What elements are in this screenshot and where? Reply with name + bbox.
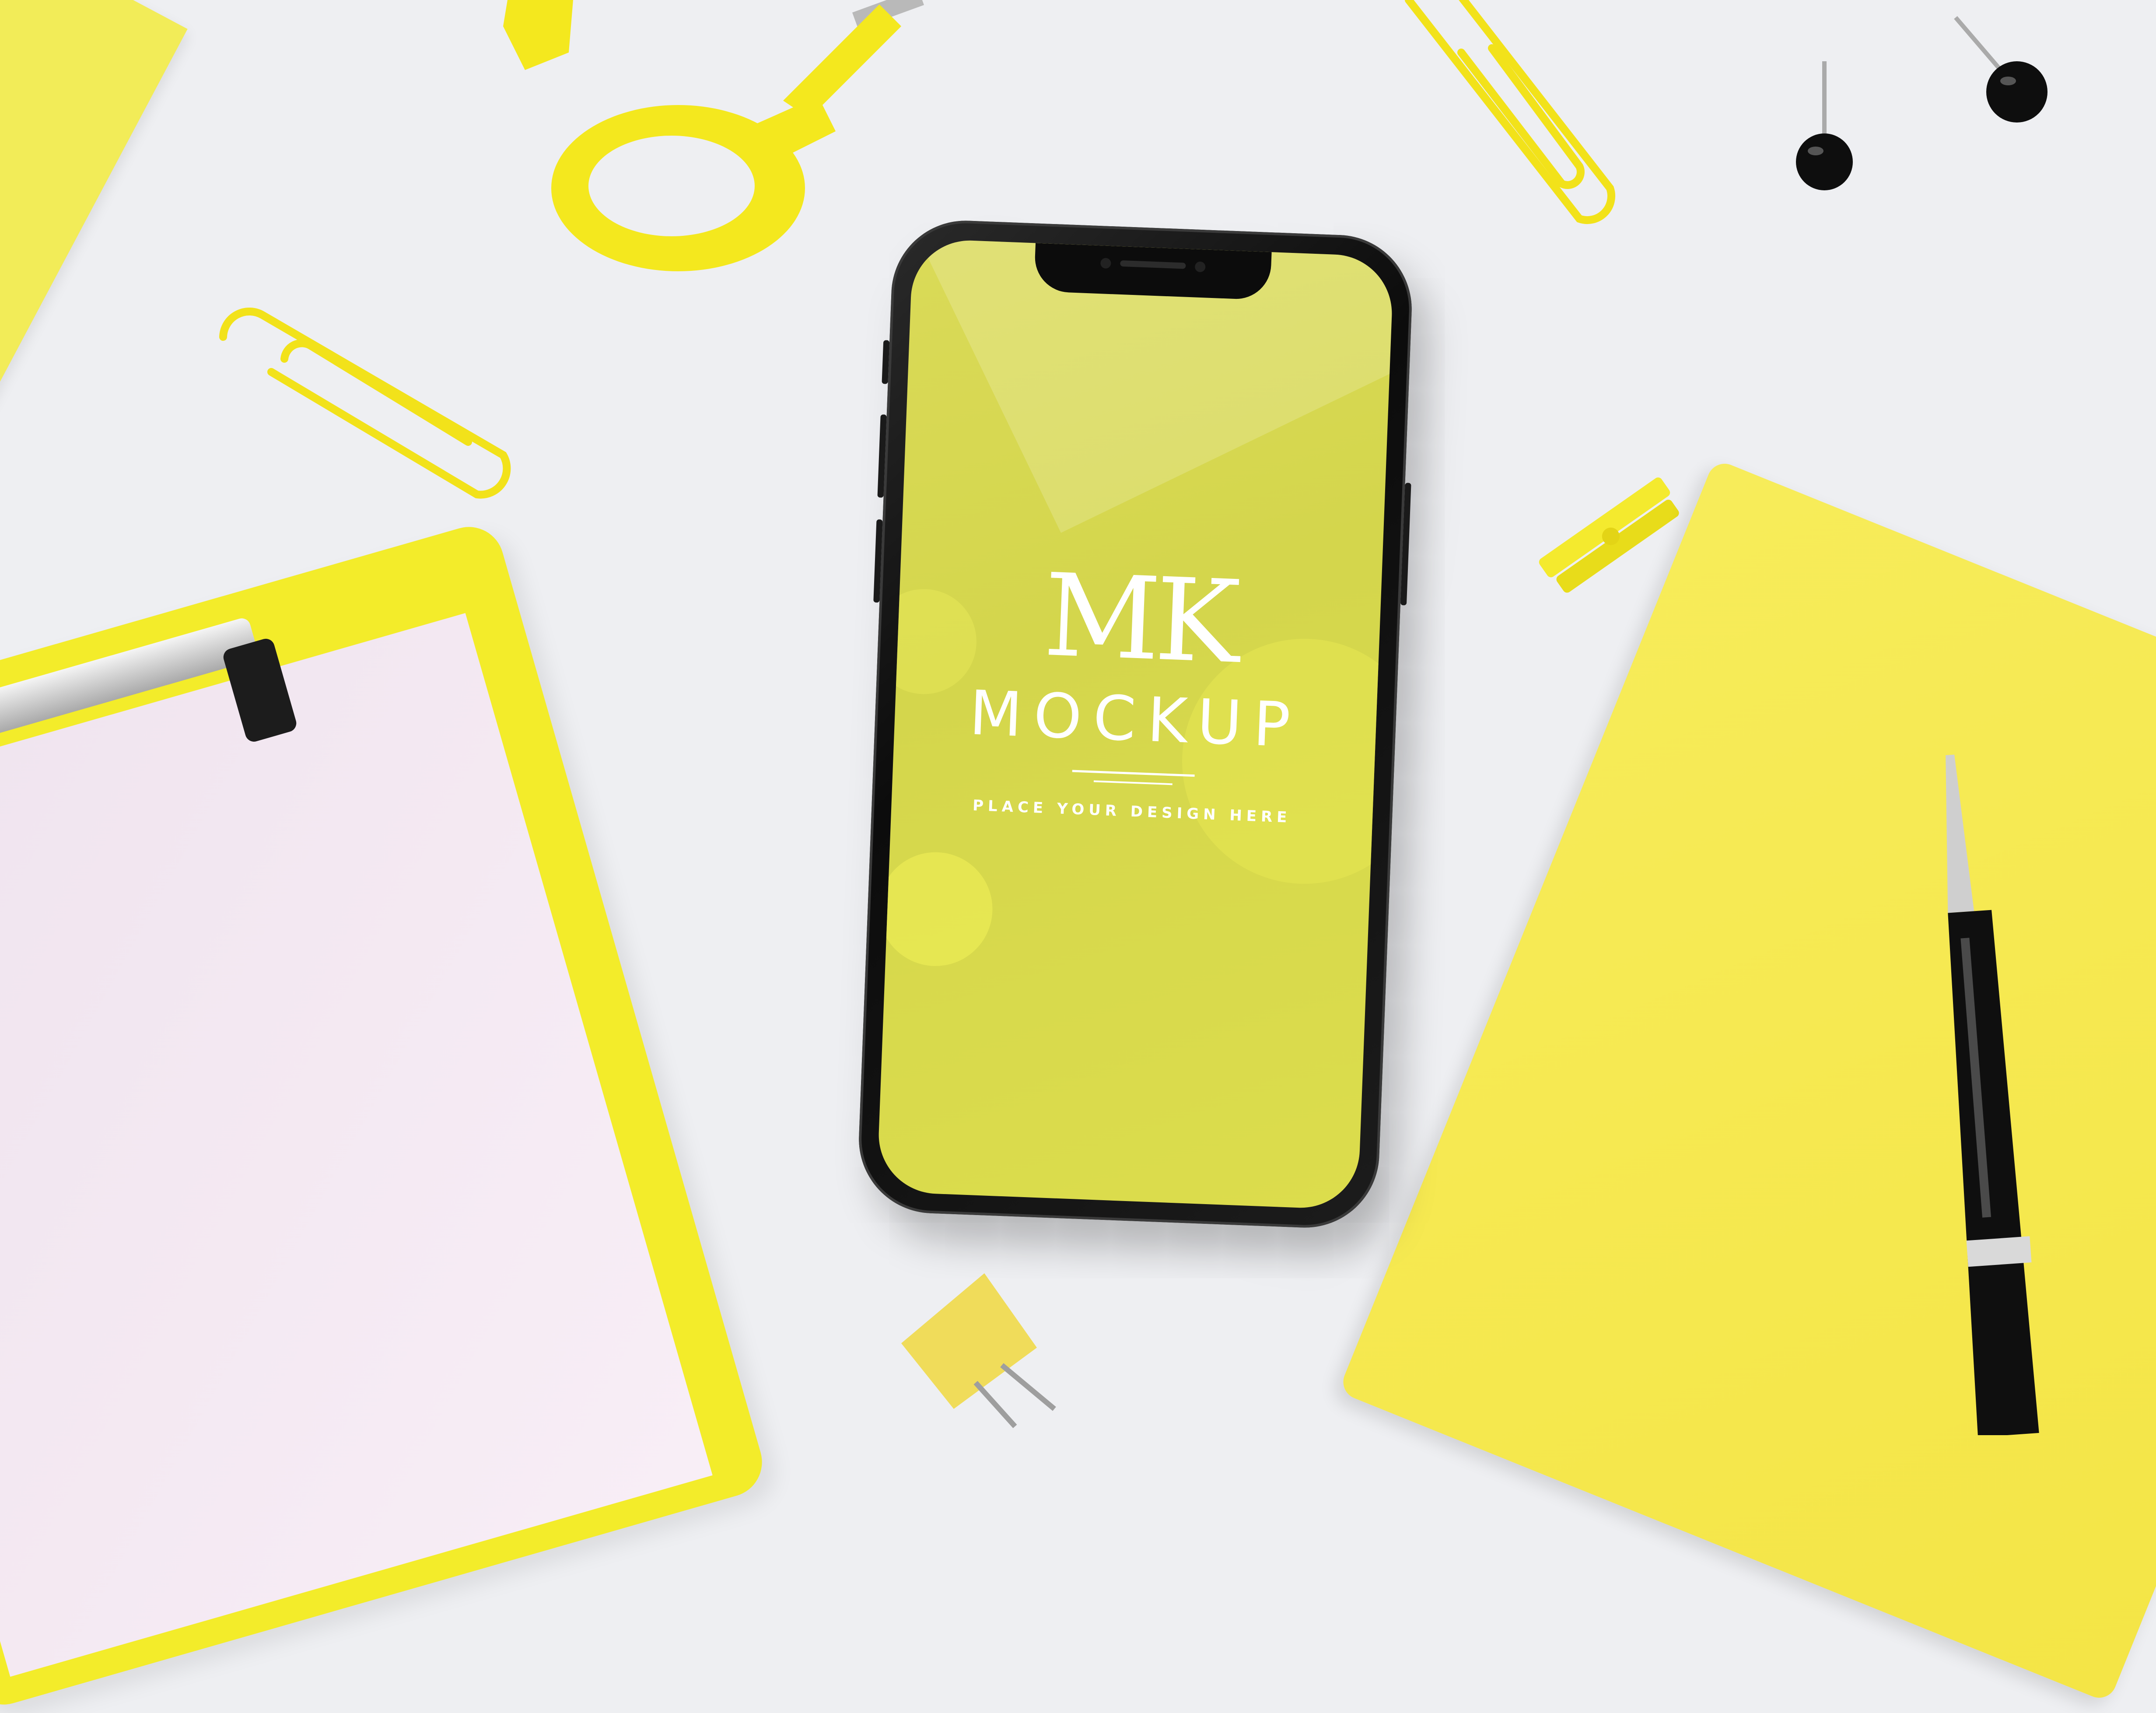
- phone-screen: MK MOCKUP PLACE YOUR DESIGN HERE: [876, 238, 1394, 1210]
- desk-scene: MK MOCKUP PLACE YOUR DESIGN HERE: [0, 0, 2156, 1713]
- screen-bubble: [876, 850, 995, 968]
- phone-speaker: [1120, 260, 1186, 269]
- black-push-pin: [1954, 16, 2048, 123]
- smartphone: MK MOCKUP PLACE YOUR DESIGN HERE: [856, 217, 1415, 1231]
- yellow-clipboard: [0, 518, 770, 1713]
- yellow-binder-clip: [901, 1273, 1056, 1429]
- yellow-paperclip: [1405, 0, 1616, 224]
- logo-divider: [1093, 780, 1172, 785]
- phone-side-button: [882, 340, 890, 384]
- clipboard-paper: [0, 613, 713, 1677]
- front-camera-icon: [1100, 258, 1111, 269]
- yellow-paperclip: [219, 307, 511, 499]
- phone-side-button: [1400, 483, 1411, 606]
- black-push-pin: [1796, 61, 1853, 190]
- logo-monogram: MK: [1041, 549, 1238, 689]
- sensor-icon: [1194, 261, 1206, 273]
- logo-divider: [1072, 770, 1195, 777]
- phone-notch: [1033, 243, 1272, 301]
- yellow-scissors: [503, 0, 924, 271]
- yellow-folder: [0, 0, 188, 551]
- phone-side-button: [877, 414, 887, 498]
- black-pen: [1946, 754, 2039, 1435]
- phone-side-button: [873, 519, 883, 603]
